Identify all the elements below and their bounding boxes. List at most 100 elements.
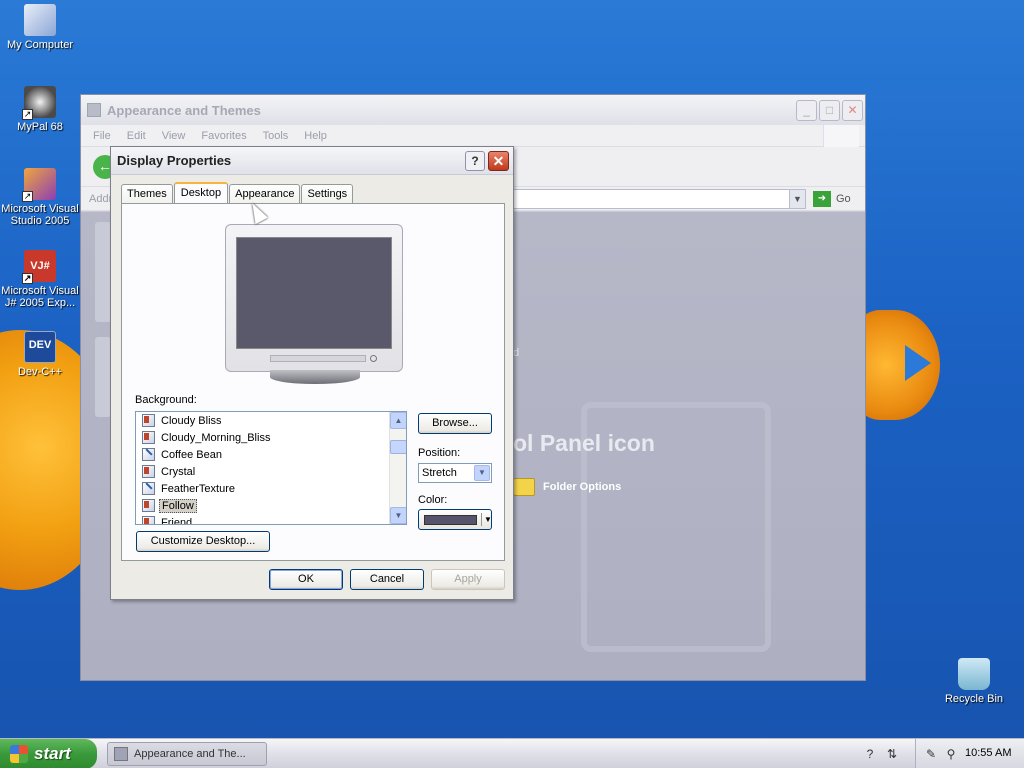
chevron-down-icon: ▼ <box>481 513 492 526</box>
folder-options-link[interactable]: Folder Options <box>513 478 621 496</box>
list-item-label: Friend <box>161 516 193 525</box>
image-icon <box>142 516 155 524</box>
ok-button[interactable]: OK <box>269 569 343 590</box>
taskbar-item-appearance-themes[interactable]: Appearance and The... <box>107 742 267 766</box>
folder-options-icon <box>513 478 535 496</box>
address-input[interactable]: ▼ <box>511 189 806 209</box>
desktop-icon-mypal[interactable]: ↗ MyPal 68 <box>0 86 80 133</box>
menu-bar: File Edit View Favorites Tools Help <box>81 125 865 147</box>
menu-edit[interactable]: Edit <box>127 130 146 142</box>
desktop-tab-panel: Background: Cloudy Bliss Cloudy_Morning_… <box>121 203 505 561</box>
desktop-icon-my-computer[interactable]: My Computer <box>0 4 80 51</box>
browse-button[interactable]: Browse... <box>418 413 492 434</box>
menu-favorites[interactable]: Favorites <box>201 130 246 142</box>
image-icon <box>142 465 155 478</box>
list-item[interactable]: Friend <box>136 514 406 525</box>
task-pane-fragment <box>95 337 111 417</box>
power-button-icon <box>370 355 377 362</box>
minimize-button[interactable]: _ <box>796 100 817 121</box>
list-item-label: Cloudy Bliss <box>161 414 222 427</box>
list-item-label: Cloudy_Morning_Bliss <box>161 431 271 444</box>
list-item[interactable]: Crystal <box>136 463 406 480</box>
address-label: Addr <box>89 193 113 205</box>
dialog-close-button[interactable]: ✕ <box>488 151 509 171</box>
chevron-down-icon[interactable]: ▼ <box>474 465 490 481</box>
menu-file[interactable]: File <box>93 130 111 142</box>
go-arrow-icon: ➜ <box>813 191 831 207</box>
go-button[interactable]: ➜ Go <box>813 191 851 207</box>
chevron-down-icon[interactable]: ▼ <box>789 190 805 208</box>
dev-cpp-icon: DEV <box>24 331 56 363</box>
wallpaper-fish-fin <box>905 345 931 381</box>
monitor-stand <box>270 370 360 384</box>
list-item[interactable]: Coffee Bean <box>136 446 406 463</box>
desktop-icon-label: Dev-C++ <box>17 366 63 378</box>
security-tray-icon[interactable]: ✎ <box>923 746 939 762</box>
tab-strip: Themes Desktop Appearance Settings <box>121 182 354 204</box>
taskbar: start Appearance and The... ? ⇅ ✎ ⚲ 10:5… <box>0 738 1024 768</box>
list-scrollbar[interactable]: ▲ ▼ <box>389 412 406 524</box>
background-label: Background: <box>135 394 197 406</box>
scroll-down-icon[interactable]: ▼ <box>390 507 406 524</box>
clock: 10:55 AM <box>965 747 1012 759</box>
cancel-button[interactable]: Cancel <box>350 569 424 590</box>
desktop-icon-recycle-bin[interactable]: Recycle Bin <box>934 658 1014 705</box>
dialog-titlebar[interactable]: Display Properties <box>111 147 513 175</box>
desktop-icon-visual-jsharp[interactable]: VJ# ↗ Microsoft Visual J# 2005 Exp... <box>0 250 80 309</box>
menu-tools[interactable]: Tools <box>263 130 289 142</box>
image-icon <box>142 414 155 427</box>
preview-screen <box>236 237 392 349</box>
customize-desktop-button[interactable]: Customize Desktop... <box>136 531 270 552</box>
color-picker-button[interactable]: ▼ <box>418 509 492 530</box>
network-tray-icon[interactable]: ⇅ <box>884 746 900 762</box>
tab-settings[interactable]: Settings <box>301 184 354 204</box>
visual-studio-icon: ↗ <box>22 168 56 202</box>
position-select[interactable]: Stretch ▼ <box>418 463 492 483</box>
color-swatch <box>424 515 477 525</box>
menu-view[interactable]: View <box>162 130 186 142</box>
paint-icon <box>142 448 155 461</box>
start-label: start <box>34 744 71 763</box>
tab-desktop[interactable]: Desktop <box>173 182 229 204</box>
background-list[interactable]: Cloudy Bliss Cloudy_Morning_Bliss Coffee… <box>135 411 407 525</box>
desktop-icon-label: My Computer <box>6 39 74 51</box>
window-titlebar[interactable]: Appearance and Themes <box>81 95 865 125</box>
scroll-up-icon[interactable]: ▲ <box>390 412 406 429</box>
window-title: Appearance and Themes <box>107 102 261 118</box>
help-button[interactable]: ? <box>465 151 485 171</box>
folder-icon <box>87 103 101 117</box>
desktop-icon-label: Microsoft Visual Studio 2005 <box>1 203 79 227</box>
apply-button[interactable]: Apply <box>431 569 505 590</box>
go-label: Go <box>836 193 851 205</box>
search-tray-icon[interactable]: ⚲ <box>943 746 959 762</box>
help-tray-icon[interactable]: ? <box>862 746 878 762</box>
tab-appearance[interactable]: Appearance <box>229 184 301 204</box>
list-item[interactable]: Cloudy Bliss <box>136 412 406 429</box>
color-label: Color: <box>418 494 448 506</box>
list-item-label: FeatherTexture <box>161 482 235 495</box>
start-button[interactable]: start <box>0 739 97 768</box>
desktop-icon-label: Recycle Bin <box>944 693 1004 705</box>
desktop-icon-label: MyPal 68 <box>17 121 63 133</box>
desktop-icon-visual-studio[interactable]: ↗ Microsoft Visual Studio 2005 <box>0 168 80 227</box>
desktop-icon-dev-cpp[interactable]: DEV Dev-C++ <box>0 331 80 378</box>
monitor-preview <box>225 224 403 372</box>
position-value: Stretch <box>422 467 457 479</box>
list-item[interactable]: FeatherTexture <box>136 480 406 497</box>
dialog-title: Display Properties <box>117 153 232 168</box>
list-item-selected[interactable]: Follow <box>136 497 406 514</box>
menu-help[interactable]: Help <box>304 130 327 142</box>
system-tray: ✎ ⚲ 10:55 AM <box>915 739 1024 768</box>
mypal-icon: ↗ <box>22 86 56 120</box>
close-button[interactable]: ✕ <box>842 100 863 121</box>
image-icon <box>142 499 155 512</box>
tab-themes[interactable]: Themes <box>121 184 173 204</box>
list-item[interactable]: Cloudy_Morning_Bliss <box>136 429 406 446</box>
list-item-label: Coffee Bean <box>161 448 222 461</box>
display-properties-dialog: Display Properties ? ✕ Themes Desktop Ap… <box>110 146 514 600</box>
scroll-thumb[interactable] <box>390 440 406 454</box>
windows-logo-icon <box>823 125 859 147</box>
folder-options-label: Folder Options <box>543 481 622 493</box>
paint-icon <box>142 482 155 495</box>
maximize-button[interactable]: □ <box>819 100 840 121</box>
